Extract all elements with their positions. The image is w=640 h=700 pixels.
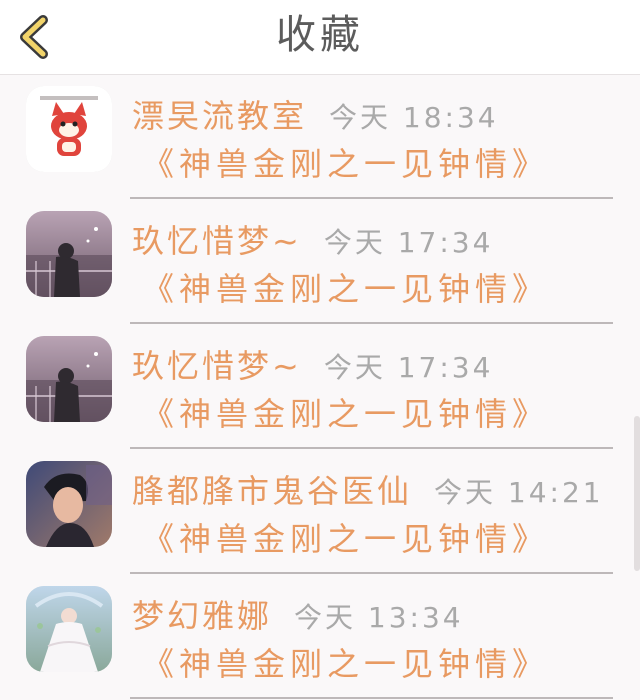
timestamp: 今天 18:34 — [329, 101, 499, 134]
bride-avatar — [26, 586, 112, 672]
item-header: 梦幻雅娜 今天 13:34 — [132, 591, 464, 635]
work-title: 《神兽金刚之一见钟情》 — [142, 270, 550, 308]
work-title: 《神兽金刚之一见钟情》 — [142, 645, 550, 683]
timestamp: 今天 17:34 — [323, 226, 494, 259]
timestamp: 今天 13:34 — [294, 601, 464, 634]
work-title: 《神兽金刚之一见钟情》 — [142, 395, 550, 433]
list-item[interactable]: 玖忆惜梦~ 今天 17:34 《神兽金刚之一见钟情》 — [0, 325, 640, 450]
user-name: 漂旲流教室 — [132, 97, 308, 135]
young-man-avatar — [26, 461, 112, 547]
list-item[interactable]: 漂旲流教室 今天 18:34 《神兽金刚之一见钟情》 — [0, 75, 640, 200]
work-title: 《神兽金刚之一见钟情》 — [142, 145, 550, 183]
favorites-list: 漂旲流教室 今天 18:34 《神兽金刚之一见钟情》 玖忆惜梦~ 今天 17:3… — [0, 75, 640, 700]
list-item[interactable]: 梦幻雅娜 今天 13:34 《神兽金刚之一见钟情》 — [0, 575, 640, 700]
item-header: 漂旲流教室 今天 18:34 — [132, 91, 499, 135]
girl-window-avatar — [26, 336, 112, 422]
user-name: 䏺都䏺市鬼谷医仙 — [132, 472, 413, 510]
list-item[interactable]: 䏺都䏺市鬼谷医仙 今天 14:21 《神兽金刚之一见钟情》 — [0, 450, 640, 575]
page-title: 收藏 — [276, 12, 364, 58]
item-header: 䏺都䏺市鬼谷医仙 今天 14:21 — [132, 466, 604, 510]
work-title: 《神兽金刚之一见钟情》 — [142, 520, 550, 558]
cartoon-fox-avatar — [26, 86, 112, 172]
divider — [130, 447, 613, 449]
user-name: 玖忆惜梦~ — [132, 222, 302, 260]
user-name: 梦幻雅娜 — [132, 597, 273, 635]
divider — [130, 197, 613, 199]
item-header: 玖忆惜梦~ 今天 17:34 — [132, 341, 493, 385]
item-header: 玖忆惜梦~ 今天 17:34 — [132, 216, 493, 260]
timestamp: 今天 17:34 — [323, 351, 494, 384]
divider — [130, 572, 613, 574]
user-name: 玖忆惜梦~ — [132, 347, 302, 385]
divider — [130, 322, 613, 324]
girl-window-avatar — [26, 211, 112, 297]
timestamp: 今天 14:21 — [434, 476, 604, 509]
list-item[interactable]: 玖忆惜梦~ 今天 17:34 《神兽金刚之一见钟情》 — [0, 200, 640, 325]
scrollbar[interactable] — [634, 416, 640, 571]
top-bar: 收藏 — [0, 0, 640, 75]
